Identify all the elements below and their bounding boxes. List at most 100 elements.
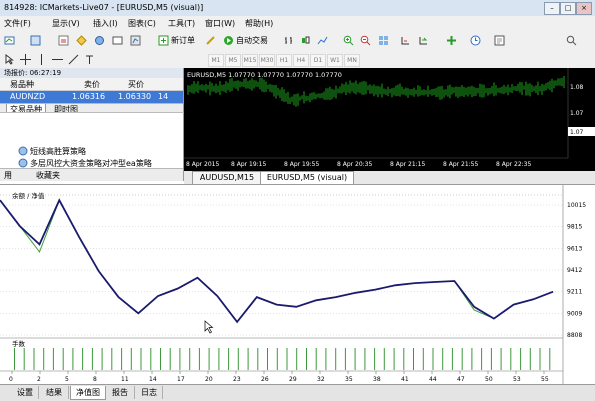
vertical-line-icon[interactable] [36,54,47,65]
x-tick-label: 2 [37,376,41,383]
market-watch-header: 场报价: 06:27:19 [0,68,183,78]
indicators-icon[interactable] [446,35,457,46]
lot-bar [383,348,385,370]
tab-report[interactable]: 报告 [106,386,135,399]
lot-bar [82,348,84,370]
tab-settings[interactable]: 设置 [12,386,39,399]
autoscroll-icon[interactable] [418,35,429,46]
lot-bars [14,348,551,370]
market-watch-icon[interactable] [58,35,69,46]
new-order-button[interactable]: 新订单 [171,34,195,47]
lot-bar [520,348,522,370]
timeframe-m30[interactable]: M30 [259,54,275,67]
timeframe-mn[interactable]: MN [344,54,360,67]
zoom-out-icon[interactable] [360,35,371,46]
lot-bar [267,348,268,370]
new-chart-icon[interactable] [4,35,15,46]
minimize-button[interactable]: – [544,2,560,15]
menu-window[interactable]: 窗口(W) [205,18,235,29]
timeframe-w1[interactable]: W1 [327,54,343,67]
lot-bar [354,348,356,370]
price-label: 1.07 [570,110,584,117]
menu-help[interactable]: 帮助(H) [245,18,273,29]
tab-equity-graph[interactable]: 净值图 [70,386,106,400]
price-chart-caption: EURUSD,M5 1.07770 1.07770 1.07770 1.0777… [187,71,342,79]
y-tick-label: 8808 [567,332,582,339]
periods-icon[interactable] [470,35,481,46]
column-bid[interactable]: 卖价 [84,79,100,90]
templates-icon[interactable] [494,35,505,46]
timeframe-m5[interactable]: M5 [225,54,241,67]
maximize-button[interactable]: □ [560,2,576,15]
tile-windows-icon[interactable] [378,35,389,46]
lot-bar [461,348,463,370]
horizontal-line-icon[interactable] [52,54,63,65]
cursor-icon[interactable] [4,54,15,65]
tab-eurusd-m5-visual[interactable]: EURUSD,M5 (visual) [260,171,354,184]
auto-trading-icon[interactable] [223,35,234,46]
y-tick-label: 9815 [567,224,582,231]
tab-results[interactable]: 结果 [40,386,69,399]
equity-chart[interactable]: 余额 / 净值 10015 9815 9613 9412 9211 9009 8808 手数… [0,185,595,385]
lot-bar [218,348,220,370]
x-tick-label: 44 [429,376,437,383]
price-chart-canvas[interactable]: EURUSD,M5 1.07770 1.07770 1.07770 1.0777… [184,68,595,171]
price-chart[interactable]: EURUSD,M5 1.07770 1.07770 1.07770 1.0777… [184,68,595,171]
time-label: 8 Apr 20:35 [337,161,372,168]
navigator-icon[interactable] [94,35,105,46]
candlestick-icon[interactable] [300,35,311,46]
lot-bar [179,348,181,370]
candle-series [187,75,565,107]
profiles-icon[interactable] [30,35,41,46]
column-symbol[interactable]: 易品种 [10,79,34,90]
text-icon[interactable] [84,54,95,65]
lot-bar [130,348,132,370]
lot-bar [72,348,74,370]
lot-bar [62,348,64,370]
expert-icon [18,158,28,168]
row-ask: 1.06330 [118,92,152,101]
data-window-icon[interactable] [76,35,87,46]
timeframe-h4[interactable]: H4 [293,54,309,67]
metaeditor-icon[interactable] [205,35,216,46]
tab-audusd-m15[interactable]: AUDUSD,M15 [192,171,262,184]
lot-bar [344,348,346,370]
menu-file[interactable]: 文件(F) [4,18,31,29]
timeframe-h1[interactable]: H1 [276,54,292,67]
menu-view[interactable]: 显示(V) [52,18,80,29]
tab-common[interactable]: 用 [4,170,12,181]
lot-bar [257,348,259,370]
auto-trading-button[interactable]: 自动交易 [236,34,268,47]
y-tick-label: 9613 [567,245,582,252]
timeframe-m1[interactable]: M1 [208,54,224,67]
lot-bar [471,348,473,370]
new-order-icon[interactable] [158,35,169,46]
zoom-in-icon[interactable] [343,35,354,46]
lot-bar [198,348,200,370]
market-watch-row[interactable]: AUDNZD 1.06316 1.06330 14 [0,91,183,103]
x-tick-label: 5 [65,376,69,383]
chart-shift-icon[interactable] [400,35,411,46]
close-button[interactable]: × [576,2,592,15]
lot-bar [296,348,298,370]
terminal-icon[interactable] [112,35,123,46]
tab-favorites[interactable]: 收藏夹 [36,170,60,181]
timeframe-d1[interactable]: D1 [310,54,326,67]
crosshair-icon[interactable] [20,54,31,65]
timeframe-m15[interactable]: M15 [242,54,258,67]
menu-tools[interactable]: 工具(T) [168,18,195,29]
tab-journal[interactable]: 日志 [136,386,163,399]
strategy-tester-icon[interactable] [130,35,141,46]
menu-insert[interactable]: 插入(I) [93,18,118,29]
line-chart-icon[interactable] [317,35,328,46]
lot-label: 手数 [12,339,26,348]
trendline-icon[interactable] [68,54,79,65]
lot-bar [189,348,191,370]
navigator-item-strategy-1[interactable]: 短线高胜算策略 [30,146,86,157]
lot-bar [276,348,278,370]
menu-charts[interactable]: 图表(C) [128,18,156,29]
column-ask[interactable]: 买价 [128,79,144,90]
bar-chart-icon[interactable] [283,35,294,46]
search-icon[interactable] [566,35,577,46]
mouse-cursor-icon [204,320,214,334]
